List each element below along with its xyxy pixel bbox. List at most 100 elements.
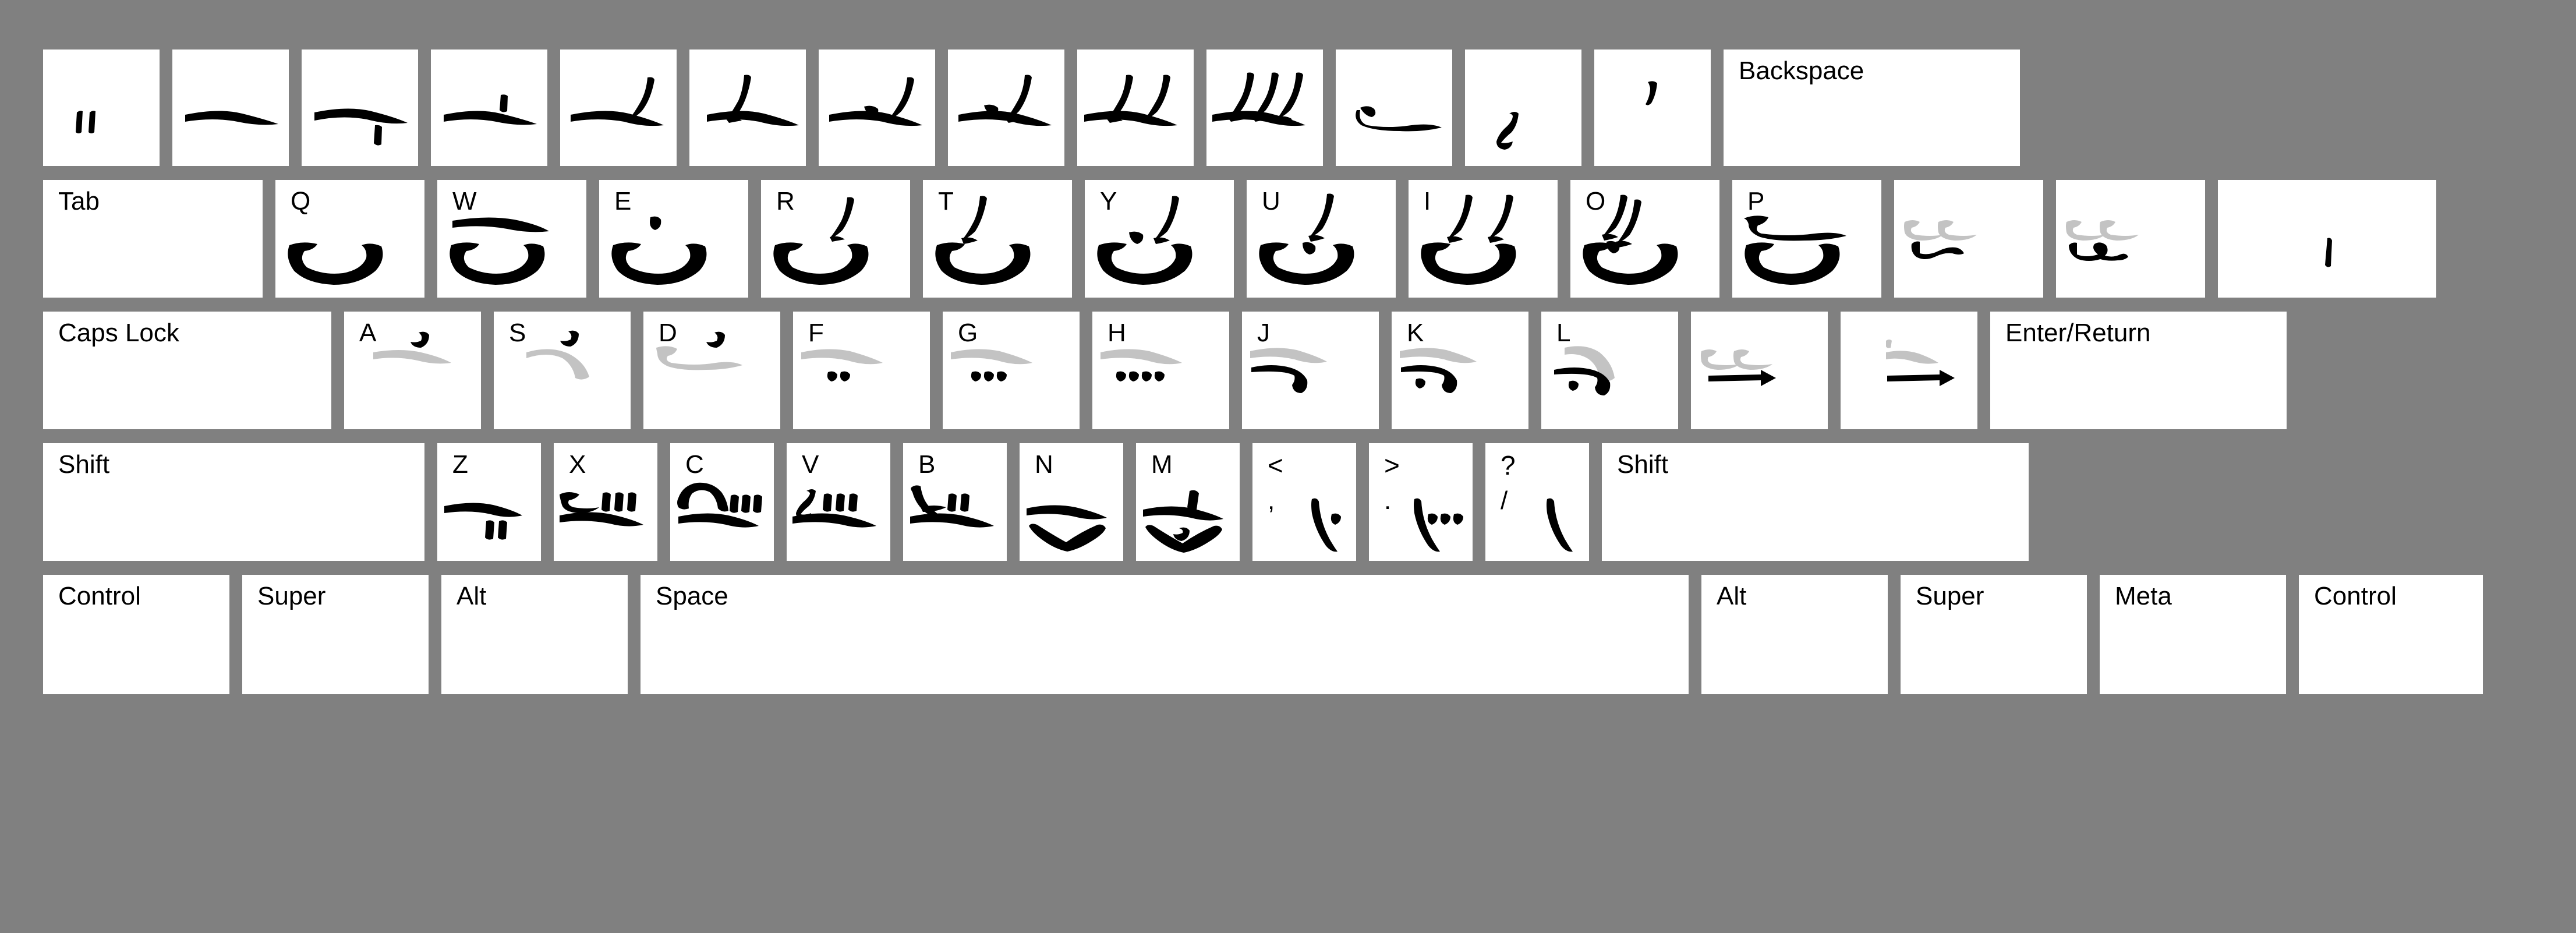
key-label: P bbox=[1747, 187, 1765, 215]
key-label: > bbox=[1384, 450, 1400, 480]
key-semicolon[interactable] bbox=[1691, 312, 1828, 429]
key-sublabel: , bbox=[1268, 486, 1275, 515]
key-j[interactable]: J bbox=[1242, 312, 1379, 429]
key-left-super[interactable]: Super bbox=[242, 575, 429, 694]
key-label: S bbox=[509, 319, 526, 347]
key-label: Super bbox=[1916, 582, 1984, 610]
key-label: D bbox=[659, 319, 677, 347]
key-slash[interactable]: ? / bbox=[1485, 443, 1589, 561]
key-left-alt[interactable]: Alt bbox=[441, 575, 628, 694]
key-backtick[interactable] bbox=[43, 50, 160, 166]
key-6[interactable] bbox=[819, 50, 935, 166]
key-label: N bbox=[1035, 450, 1053, 479]
key-k[interactable]: K bbox=[1392, 312, 1528, 429]
key-u[interactable]: U bbox=[1247, 180, 1396, 298]
key-label: Shift bbox=[1617, 450, 1669, 479]
key-y[interactable]: Y bbox=[1085, 180, 1234, 298]
key-space[interactable]: Space bbox=[641, 575, 1689, 694]
glyph-small-s-curve bbox=[1465, 50, 1581, 166]
key-label: Control bbox=[2314, 582, 2397, 610]
key-8[interactable] bbox=[1077, 50, 1194, 166]
glyph-vertical-bar bbox=[2218, 180, 2436, 298]
key-l[interactable]: L bbox=[1541, 312, 1678, 429]
key-g[interactable]: G bbox=[943, 312, 1080, 429]
key-p[interactable]: P bbox=[1732, 180, 1881, 298]
key-label: A bbox=[359, 319, 377, 347]
key-f[interactable]: F bbox=[793, 312, 930, 429]
key-7[interactable] bbox=[948, 50, 1064, 166]
keyboard-row-home: Caps Lock A S D F G H J K L Enter/Return bbox=[43, 312, 2533, 429]
key-left-bracket[interactable] bbox=[1894, 180, 2043, 298]
key-equal[interactable] bbox=[1594, 50, 1711, 166]
key-5[interactable] bbox=[689, 50, 806, 166]
key-comma[interactable]: < , bbox=[1252, 443, 1356, 561]
key-right-super[interactable]: Super bbox=[1901, 575, 2087, 694]
key-d[interactable]: D bbox=[643, 312, 780, 429]
key-label: W bbox=[452, 187, 477, 215]
key-c[interactable]: C bbox=[670, 443, 774, 561]
key-z[interactable]: Z bbox=[437, 443, 541, 561]
key-label: C bbox=[685, 450, 704, 479]
key-right-shift[interactable]: Shift bbox=[1602, 443, 2029, 561]
key-h[interactable]: H bbox=[1092, 312, 1229, 429]
key-minus[interactable] bbox=[1465, 50, 1581, 166]
key-label: Tab bbox=[58, 187, 100, 215]
key-label: Alt bbox=[457, 582, 487, 610]
key-label: H bbox=[1107, 319, 1126, 347]
key-quote[interactable] bbox=[1841, 312, 1977, 429]
key-i[interactable]: I bbox=[1409, 180, 1558, 298]
key-1[interactable] bbox=[172, 50, 289, 166]
key-v[interactable]: V bbox=[787, 443, 890, 561]
key-label: G bbox=[958, 319, 978, 347]
key-label: Shift bbox=[58, 450, 110, 479]
glyph-ghost-single-over-arrow bbox=[1841, 312, 1977, 429]
key-w[interactable]: W bbox=[437, 180, 586, 298]
key-0[interactable] bbox=[1336, 50, 1452, 166]
key-label: Space bbox=[656, 582, 728, 610]
key-label: Control bbox=[58, 582, 141, 610]
key-4[interactable] bbox=[560, 50, 677, 166]
key-enter[interactable]: Enter/Return bbox=[1990, 312, 2287, 429]
glyph-long-stroke-hook-right bbox=[560, 50, 677, 166]
key-label: T bbox=[938, 187, 954, 215]
key-label: Caps Lock bbox=[58, 319, 179, 347]
key-s[interactable]: S bbox=[494, 312, 631, 429]
key-right-control[interactable]: Control bbox=[2299, 575, 2483, 694]
key-t[interactable]: T bbox=[923, 180, 1072, 298]
key-2[interactable] bbox=[302, 50, 418, 166]
key-left-shift[interactable]: Shift bbox=[43, 443, 424, 561]
key-label: Z bbox=[452, 450, 468, 479]
key-backslash[interactable] bbox=[2218, 180, 2436, 298]
key-meta[interactable]: Meta bbox=[2100, 575, 2286, 694]
key-right-alt[interactable]: Alt bbox=[1701, 575, 1888, 694]
key-9[interactable] bbox=[1206, 50, 1323, 166]
key-o[interactable]: O bbox=[1570, 180, 1719, 298]
key-caps-lock[interactable]: Caps Lock bbox=[43, 312, 331, 429]
key-b[interactable]: B bbox=[903, 443, 1007, 561]
key-label: E bbox=[614, 187, 632, 215]
key-right-bracket[interactable] bbox=[2056, 180, 2205, 298]
key-x[interactable]: X bbox=[554, 443, 657, 561]
key-backspace[interactable]: Backspace bbox=[1724, 50, 2020, 166]
glyph-long-stroke-dot-hook bbox=[819, 50, 935, 166]
keyboard-row-number: Backspace bbox=[43, 50, 2533, 166]
glyph-ghost-pair-over-wave bbox=[1894, 180, 2043, 298]
key-n[interactable]: N bbox=[1020, 443, 1123, 561]
glyph-curved-hook-stroke bbox=[1336, 50, 1452, 166]
glyph-long-stroke-tick-above bbox=[431, 50, 547, 166]
key-3[interactable] bbox=[431, 50, 547, 166]
key-r[interactable]: R bbox=[761, 180, 910, 298]
keyboard-row-qwerty: Tab Q W E R T Y U I O P bbox=[43, 180, 2533, 298]
key-a[interactable]: A bbox=[344, 312, 481, 429]
key-label: Super bbox=[257, 582, 326, 610]
key-label: I bbox=[1424, 187, 1431, 215]
key-e[interactable]: E bbox=[599, 180, 748, 298]
key-q[interactable]: Q bbox=[275, 180, 424, 298]
glyph-long-stroke-hook-mid bbox=[948, 50, 1064, 166]
glyph-ghost-pair-over-arrow bbox=[1691, 312, 1828, 429]
key-label: O bbox=[1586, 187, 1606, 215]
key-tab[interactable]: Tab bbox=[43, 180, 263, 298]
key-period[interactable]: > . bbox=[1369, 443, 1473, 561]
key-m[interactable]: M bbox=[1136, 443, 1240, 561]
key-left-control[interactable]: Control bbox=[43, 575, 229, 694]
